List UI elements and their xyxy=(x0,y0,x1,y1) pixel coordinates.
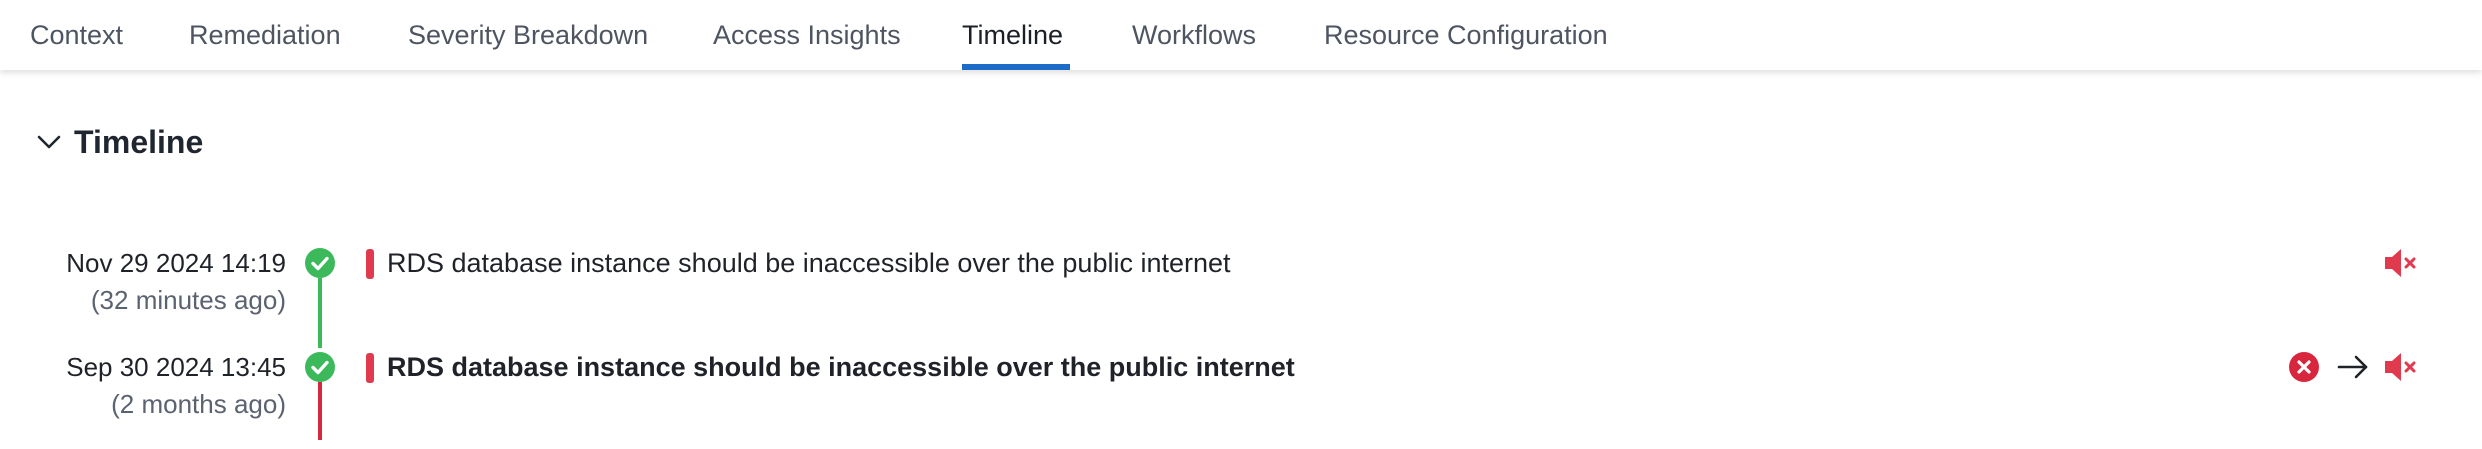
entry-date: Nov 29 2024 14:19 xyxy=(66,248,286,278)
check-circle-icon xyxy=(305,352,335,382)
mute-button[interactable] xyxy=(2382,349,2422,385)
entry-relative-time: (32 minutes ago) xyxy=(90,285,286,315)
entry-relative-time: (2 months ago) xyxy=(111,389,286,419)
mute-button[interactable] xyxy=(2382,245,2422,281)
tab-access-insights[interactable]: Access Insights xyxy=(713,0,901,70)
tab-severity-breakdown[interactable]: Severity Breakdown xyxy=(408,0,648,70)
severity-indicator xyxy=(366,249,374,279)
entry-message: RDS database instance should be inaccess… xyxy=(387,352,1295,382)
transition-arrow xyxy=(2336,349,2370,385)
active-tab-indicator xyxy=(962,64,1070,70)
entry-message: RDS database instance should be inaccess… xyxy=(387,248,1231,278)
timeline-entry: Nov 29 2024 14:19 (32 minutes ago) RDS d… xyxy=(0,245,2482,345)
chevron-down-icon xyxy=(37,135,61,149)
failed-circle-icon xyxy=(2289,352,2319,382)
tab-remediation[interactable]: Remediation xyxy=(189,0,341,70)
tab-timeline[interactable]: Timeline xyxy=(962,0,1070,70)
entry-date: Sep 30 2024 13:45 xyxy=(66,352,286,382)
failed-status-button[interactable] xyxy=(2288,349,2320,385)
tab-bar: Context Remediation Severity Breakdown A… xyxy=(0,0,2482,70)
arrow-right-icon xyxy=(2337,355,2368,379)
severity-indicator xyxy=(366,353,374,383)
tab-timeline-label: Timeline xyxy=(962,20,1064,50)
tab-context[interactable]: Context xyxy=(30,0,123,70)
check-circle-icon xyxy=(305,248,335,278)
tab-workflows[interactable]: Workflows xyxy=(1132,0,1256,70)
tab-resource-configuration[interactable]: Resource Configuration xyxy=(1324,0,1608,70)
timeline-entry: Sep 30 2024 13:45 (2 months ago) RDS dat… xyxy=(0,349,2482,449)
mute-icon xyxy=(2385,353,2416,381)
section-title: Timeline xyxy=(74,123,204,160)
mute-icon xyxy=(2385,249,2416,277)
timeline-section-toggle[interactable]: Timeline xyxy=(34,118,203,166)
